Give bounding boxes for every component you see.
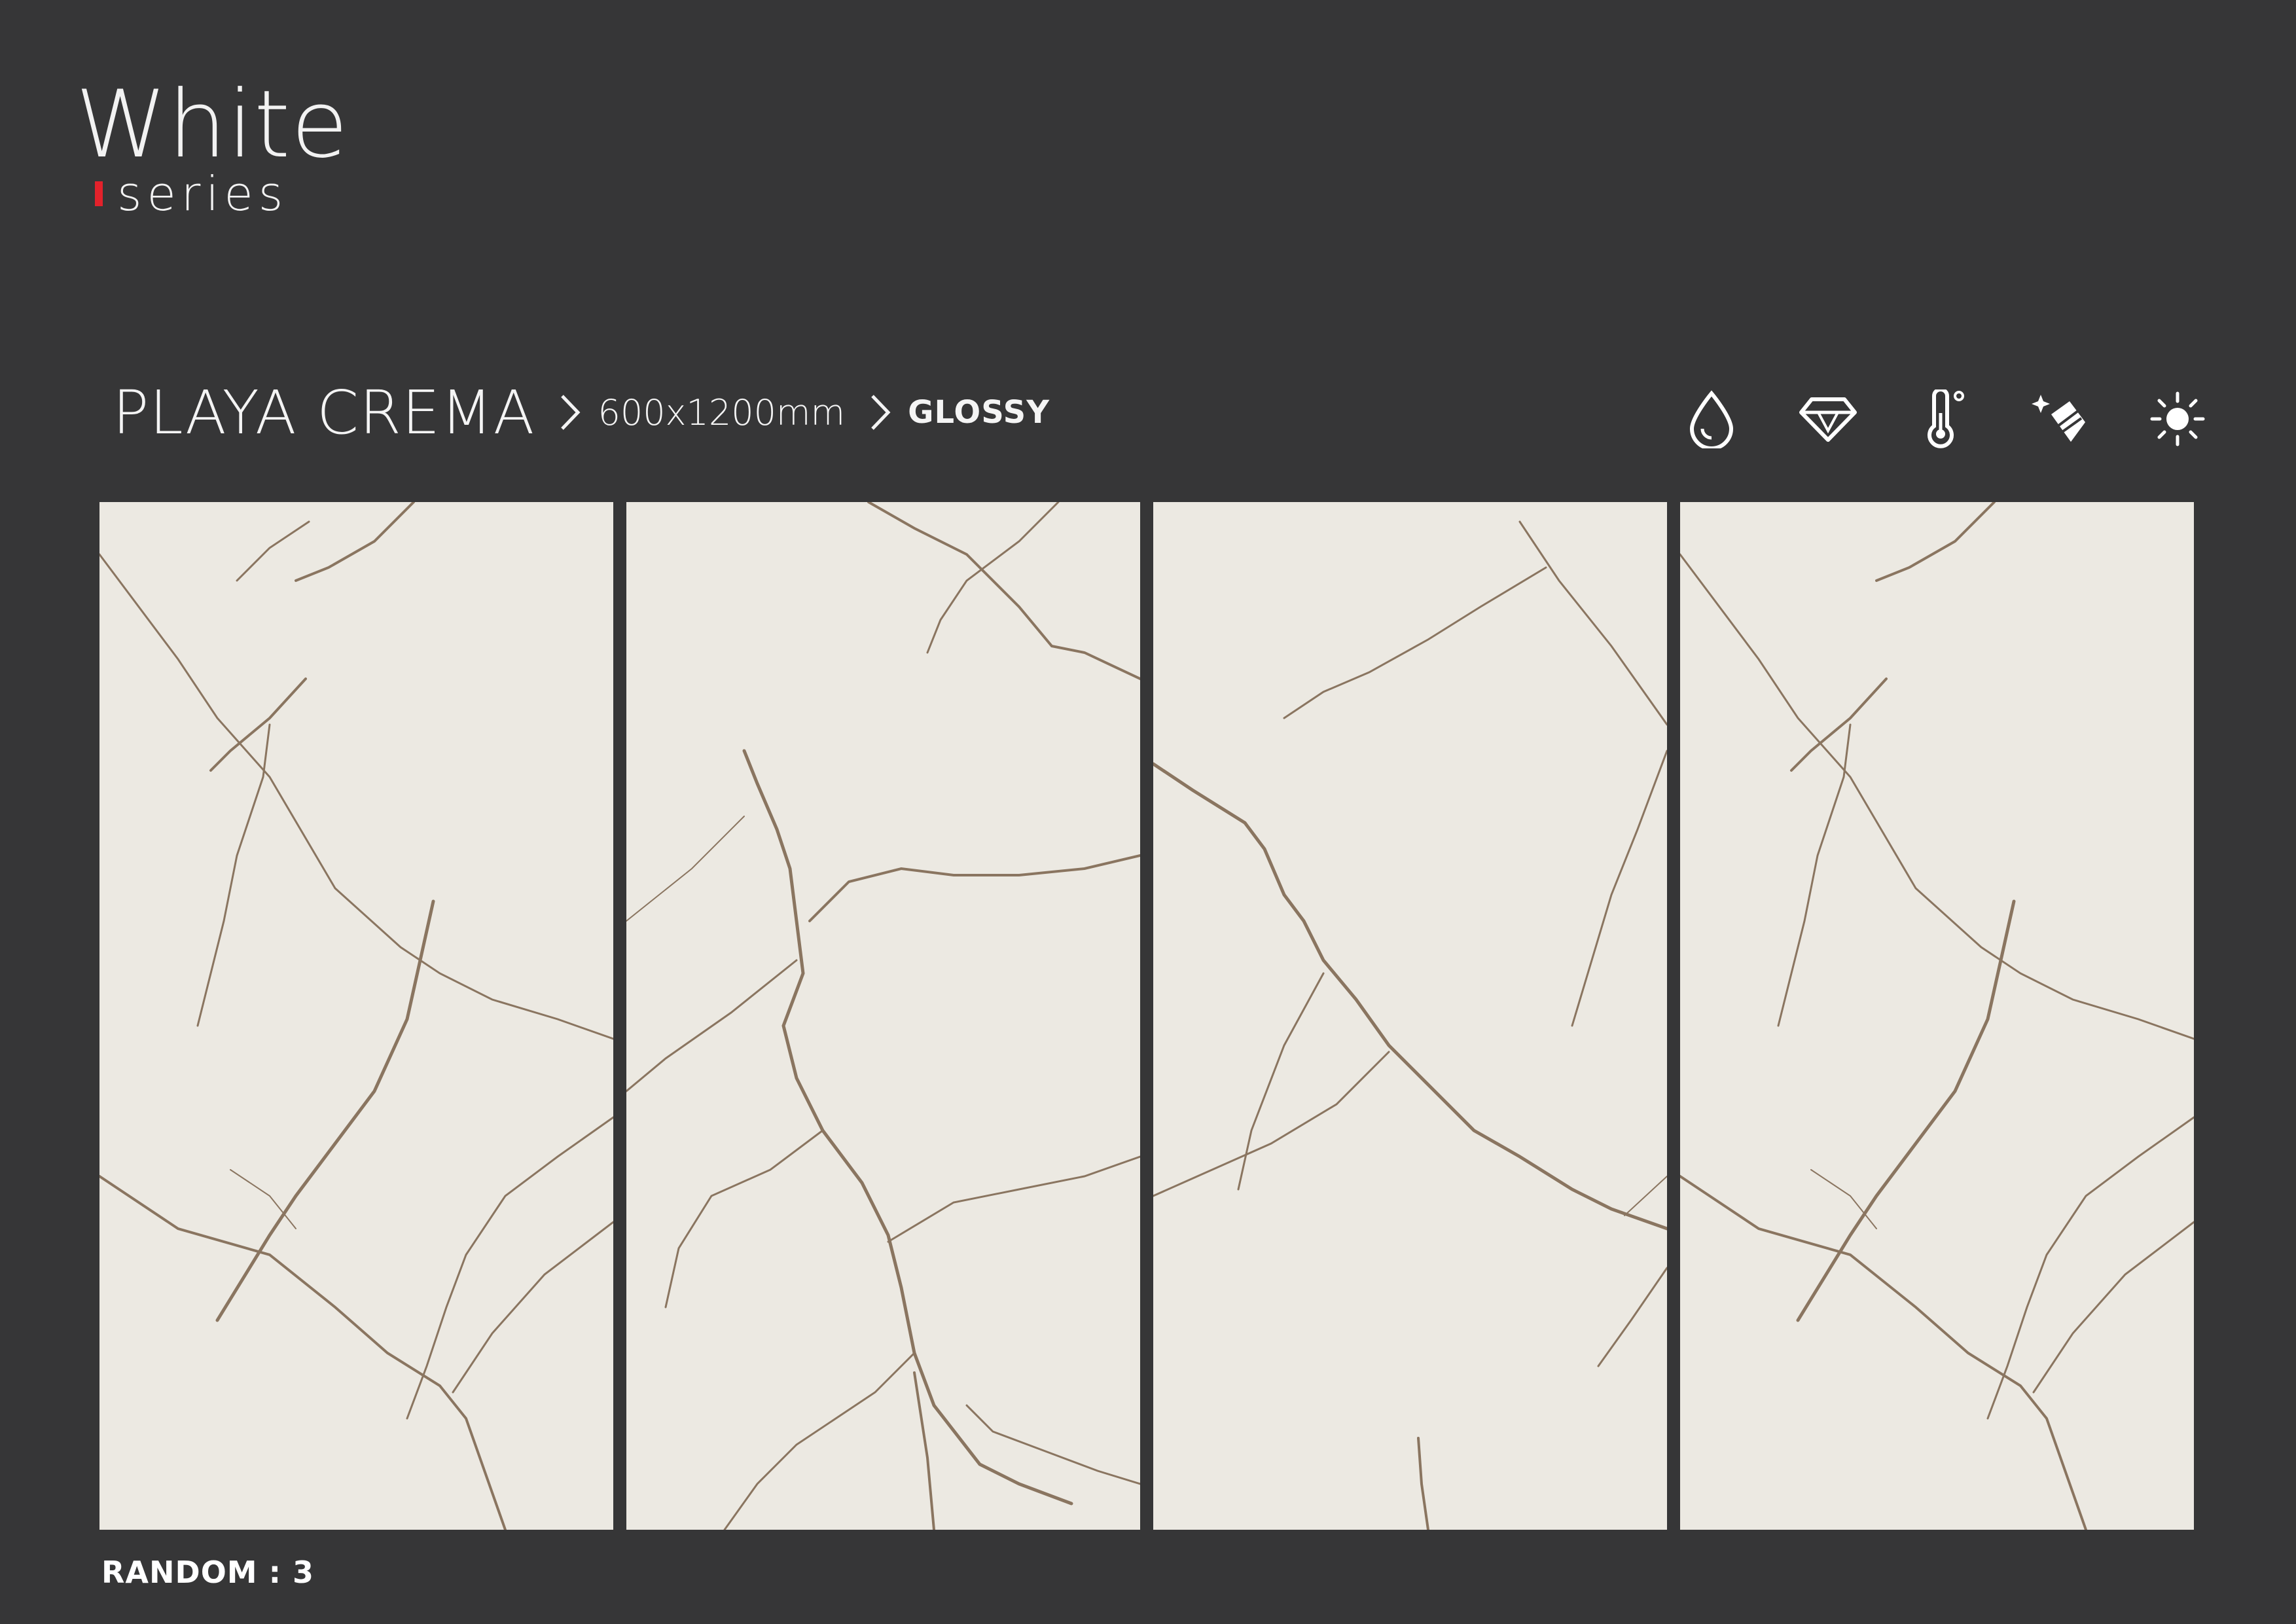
water-drop-icon xyxy=(1682,389,1741,448)
brand-subtitle: series xyxy=(117,166,289,221)
chevron-right-icon xyxy=(560,393,581,431)
product-name: PLAYA CREMA xyxy=(113,377,535,448)
sun-icon xyxy=(2148,389,2207,448)
brand-subtitle-row: series xyxy=(95,170,288,217)
brand-title: White xyxy=(75,71,349,179)
tile-image-3 xyxy=(1153,502,1667,1530)
cleaning-hand-icon xyxy=(2032,389,2090,448)
product-size: 600x1200mm xyxy=(598,391,846,433)
random-count: RANDOM : 3 xyxy=(101,1555,315,1590)
product-header: PLAYA CREMA 600x1200mm GLOSSY xyxy=(113,376,1050,448)
thermometer-icon xyxy=(1915,389,1974,448)
chevron-right-icon xyxy=(870,393,891,431)
diamond-icon xyxy=(1799,389,1857,448)
tile-gallery xyxy=(99,502,2194,1530)
tile-image-2 xyxy=(626,502,1140,1530)
brand-logo: White series xyxy=(75,71,349,218)
product-finish: GLOSSY xyxy=(908,394,1050,431)
tile-image-1 xyxy=(99,502,613,1530)
tile-image-4 xyxy=(1680,502,2194,1530)
feature-icons xyxy=(1682,389,2207,448)
brand-accent-bar xyxy=(95,181,103,206)
